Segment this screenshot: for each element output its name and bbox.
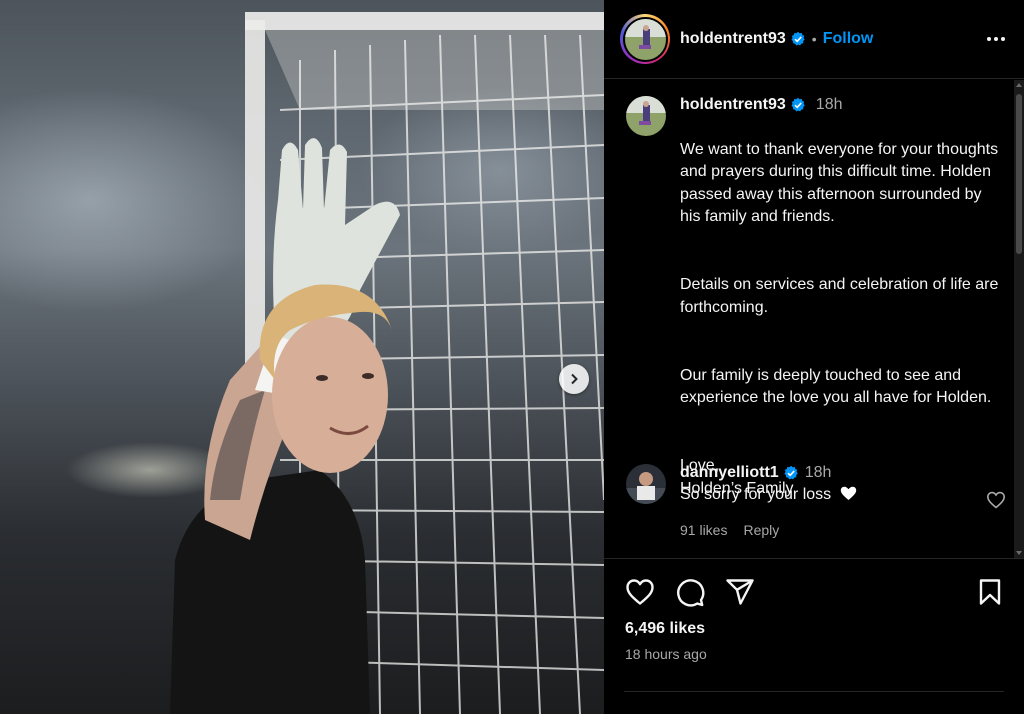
comment-button[interactable] [674, 576, 706, 608]
more-horizontal-icon [987, 37, 1005, 41]
avatar[interactable] [626, 96, 666, 136]
goal-crossbar [245, 12, 604, 30]
caption-paragraph: Our family is deeply touched to see and … [680, 366, 992, 407]
reply-button[interactable]: Reply [743, 522, 779, 538]
player-jersey [170, 470, 370, 714]
follow-button[interactable]: Follow [823, 30, 874, 48]
chevron-right-icon [571, 373, 578, 385]
comment-text-row: So sorry for your loss [680, 486, 980, 504]
post-actions-bar: 6,496 likes 18 hours ago [604, 558, 1024, 714]
comments-section[interactable]: holdentrent93 18h We want to thank every… [604, 80, 1024, 558]
comment-username[interactable]: dannyelliott1 [680, 464, 779, 482]
likes-count[interactable]: 6,496 likes [625, 620, 705, 638]
story-ring-avatar[interactable] [620, 14, 670, 64]
avatar[interactable] [626, 464, 666, 504]
paper-plane-icon [726, 579, 754, 605]
player-face [272, 317, 388, 473]
next-photo-button[interactable] [559, 364, 589, 394]
verified-badge-icon [791, 97, 805, 112]
more-options-button[interactable] [984, 27, 1008, 51]
small-heart-icon[interactable] [986, 490, 1006, 510]
heart-icon [626, 579, 654, 605]
action-icons-row [624, 577, 1006, 607]
post-header: holdentrent93 • Follow [604, 0, 1024, 79]
caption-timestamp[interactable]: 18h [816, 96, 843, 114]
white-heart-emoji-icon [840, 486, 856, 500]
comment-text: So sorry for your loss [680, 486, 832, 503]
verified-badge-icon [784, 465, 798, 480]
post-timestamp[interactable]: 18 hours ago [625, 646, 707, 662]
comment-item: dannyelliott1 18h So sorry for your loss… [626, 464, 1006, 538]
player-eye-right [362, 373, 374, 379]
header-username[interactable]: holdentrent93 [680, 30, 786, 48]
verified-badge-icon [791, 31, 805, 46]
player-eye-left [316, 375, 328, 381]
comment-timestamp[interactable]: 18h [805, 464, 832, 482]
caption-text: We want to thank everyone for your thoug… [680, 116, 1006, 523]
comment-icon [677, 579, 705, 607]
post-caption: holdentrent93 18h We want to thank every… [626, 96, 1006, 523]
share-button[interactable] [724, 576, 756, 608]
scrollbar-thumb[interactable] [1016, 94, 1022, 254]
comment-actions: 91 likes Reply [680, 522, 980, 538]
scroll-up-arrow[interactable] [1016, 83, 1022, 87]
caption-username[interactable]: holdentrent93 [680, 96, 786, 114]
avatar [624, 18, 666, 60]
separator-dot: • [811, 31, 817, 47]
comment-likes-count[interactable]: 91 likes [680, 522, 727, 538]
photo-illustration [170, 12, 604, 714]
bookmark-icon [979, 579, 1001, 605]
save-button[interactable] [974, 576, 1006, 608]
comments-scrollbar[interactable] [1014, 80, 1024, 558]
divider [624, 691, 1004, 692]
caption-paragraph: We want to thank everyone for your thoug… [680, 140, 999, 226]
post-photo[interactable] [0, 0, 604, 714]
caption-paragraph: Details on services and celebration of l… [680, 276, 999, 316]
like-button[interactable] [624, 576, 656, 608]
scroll-down-arrow[interactable] [1016, 551, 1022, 555]
post-side-panel: holdentrent93 • Follow holdentrent93 18h… [604, 0, 1024, 714]
